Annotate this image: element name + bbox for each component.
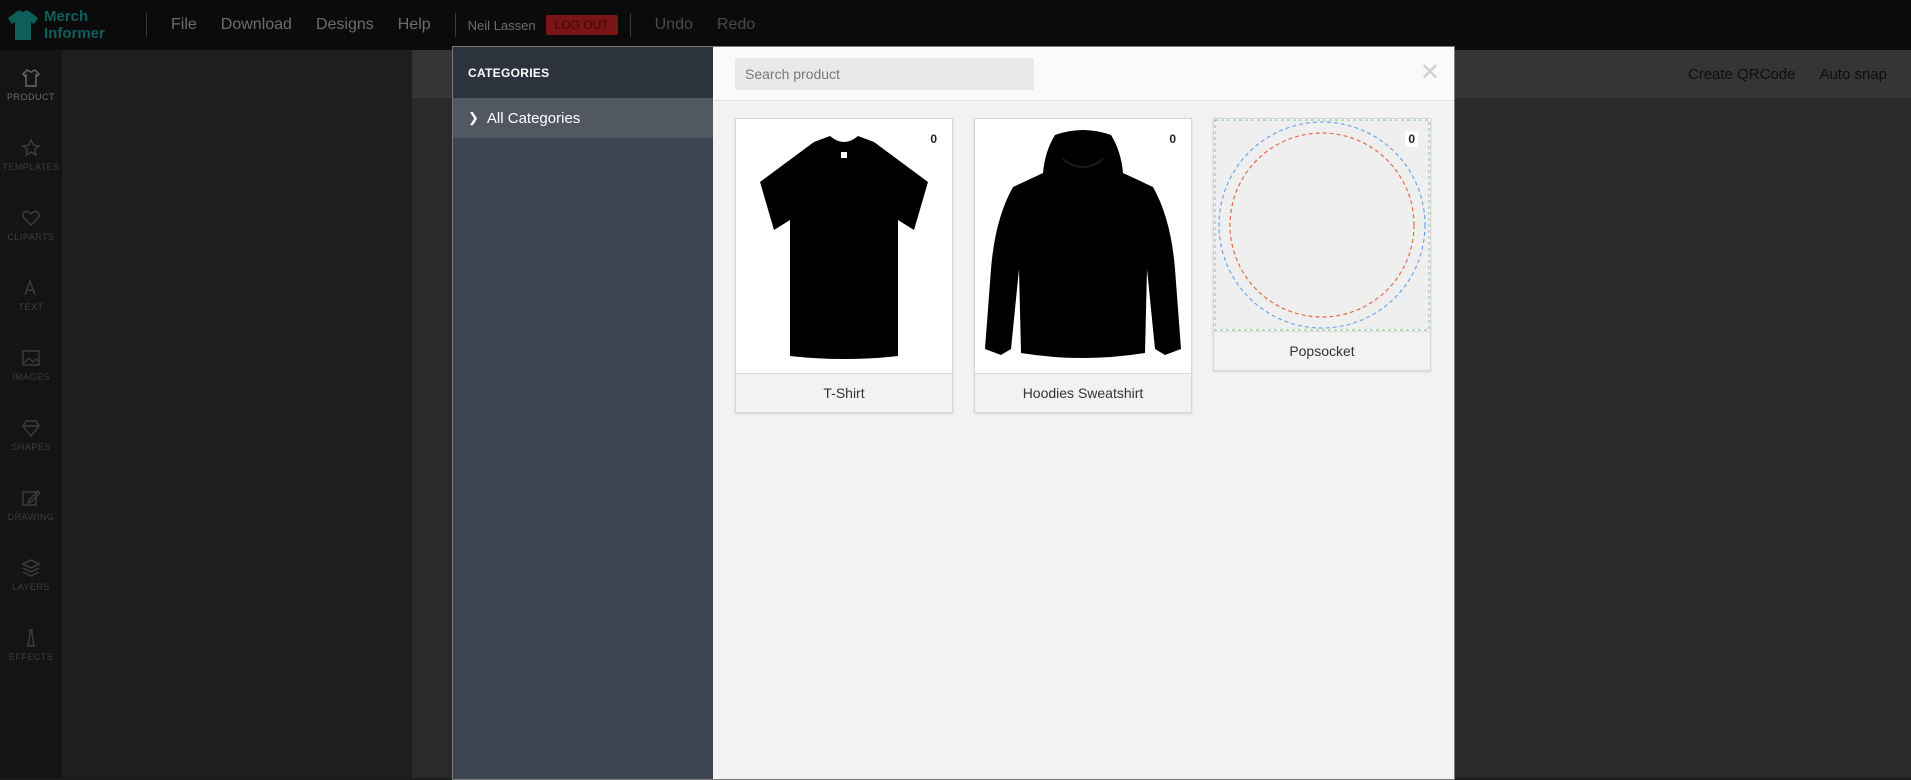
- rail-cliparts[interactable]: CLIPARTS: [0, 190, 62, 260]
- products-panel: ✕ 0 T-Shirt: [713, 47, 1454, 779]
- rail-shapes[interactable]: SHAPES: [0, 400, 62, 470]
- product-image: 0: [1214, 119, 1430, 331]
- popsocket-image: [1214, 119, 1430, 331]
- rail-product[interactable]: PRODUCT: [0, 50, 62, 120]
- rail-label: DRAWING: [7, 512, 55, 522]
- product-picker-modal: CATEGORIES ❯ All Categories ✕ 0 T-Shirt: [452, 46, 1455, 780]
- search-product-input[interactable]: [735, 57, 1034, 90]
- tshirt-logo-icon: [8, 10, 38, 40]
- logout-button[interactable]: LOG OUT: [545, 15, 618, 35]
- categories-sidebar: CATEGORIES ❯ All Categories: [453, 47, 713, 779]
- pencil-icon: [22, 490, 41, 506]
- rail-effects[interactable]: EFFECTS: [0, 610, 62, 680]
- image-icon: [22, 350, 40, 366]
- product-card-popsocket[interactable]: 0 Popsocket: [1213, 118, 1431, 371]
- top-menu-bar: Merch Informer File Download Designs Hel…: [0, 0, 1911, 50]
- rail-images[interactable]: IMAGES: [0, 330, 62, 400]
- text-icon: [24, 278, 36, 296]
- product-name: T-Shirt: [736, 373, 952, 412]
- logo-line-1: Merch: [44, 8, 89, 25]
- tshirt-icon: [22, 69, 40, 87]
- product-card-hoodie[interactable]: 0 Hoodies Sweatshirt: [974, 118, 1192, 413]
- auto-snap-toggle[interactable]: Auto snap: [1819, 66, 1887, 83]
- rail-label: LAYERS: [12, 582, 50, 592]
- categories-title: CATEGORIES: [453, 47, 713, 98]
- rail-label: SHAPES: [11, 442, 51, 452]
- redo-button[interactable]: Redo: [717, 16, 755, 34]
- tshirt-image: [760, 136, 928, 359]
- username: Neil Lassen: [467, 17, 536, 33]
- divider: [454, 13, 456, 37]
- gem-icon: [22, 420, 40, 438]
- undo-button[interactable]: Undo: [655, 16, 693, 34]
- logo-line-2: Informer: [44, 25, 105, 42]
- star-icon: [21, 138, 41, 157]
- modal-header: ✕: [713, 47, 1454, 101]
- logo-text: Merch Informer: [44, 8, 105, 42]
- rail-label: PRODUCT: [7, 92, 55, 102]
- divider: [629, 13, 631, 37]
- rail-templates[interactable]: TEMPLATES: [0, 120, 62, 190]
- product-name: Hoodies Sweatshirt: [975, 373, 1191, 412]
- menu-help[interactable]: Help: [398, 16, 431, 34]
- rail-label: TEXT: [18, 302, 44, 312]
- rail-layers[interactable]: LAYERS: [0, 540, 62, 610]
- layers-icon: [21, 559, 41, 577]
- product-count-badge: 0: [1166, 131, 1179, 147]
- product-card-tshirt[interactable]: 0 T-Shirt: [735, 118, 953, 413]
- menu-designs[interactable]: Designs: [316, 16, 374, 34]
- logo[interactable]: Merch Informer: [6, 8, 134, 42]
- product-image: 0: [736, 119, 952, 373]
- rail-drawing[interactable]: DRAWING: [0, 470, 62, 540]
- hoodie-image: [985, 130, 1181, 358]
- rail-label: EFFECTS: [8, 652, 54, 662]
- effects-icon: [27, 629, 35, 647]
- create-qrcode-button[interactable]: Create QRCode: [1688, 66, 1796, 83]
- side-panel: [62, 50, 412, 778]
- product-count-badge: 0: [927, 131, 940, 147]
- menu-download[interactable]: Download: [221, 16, 292, 34]
- divider: [146, 13, 147, 37]
- product-image: 0: [975, 119, 1191, 373]
- product-name: Popsocket: [1214, 331, 1430, 370]
- rail-label: TEMPLATES: [2, 162, 60, 172]
- product-grid: 0 T-Shirt 0 Hoodies Sweatshirt 0 Popsock…: [735, 118, 1431, 413]
- rail-label: CLIPARTS: [7, 232, 55, 242]
- rail-label: IMAGES: [11, 372, 50, 382]
- category-all[interactable]: ❯ All Categories: [453, 98, 713, 138]
- menu-file[interactable]: File: [171, 16, 197, 34]
- chevron-right-icon: ❯: [468, 110, 479, 125]
- category-label: All Categories: [486, 109, 581, 127]
- heart-icon: [22, 210, 40, 226]
- left-tool-rail: PRODUCT TEMPLATES CLIPARTS TEXT IMAGES S…: [0, 50, 62, 778]
- rail-text[interactable]: TEXT: [0, 260, 62, 330]
- close-icon[interactable]: ✕: [1420, 61, 1440, 85]
- product-count-badge: 0: [1405, 131, 1418, 147]
